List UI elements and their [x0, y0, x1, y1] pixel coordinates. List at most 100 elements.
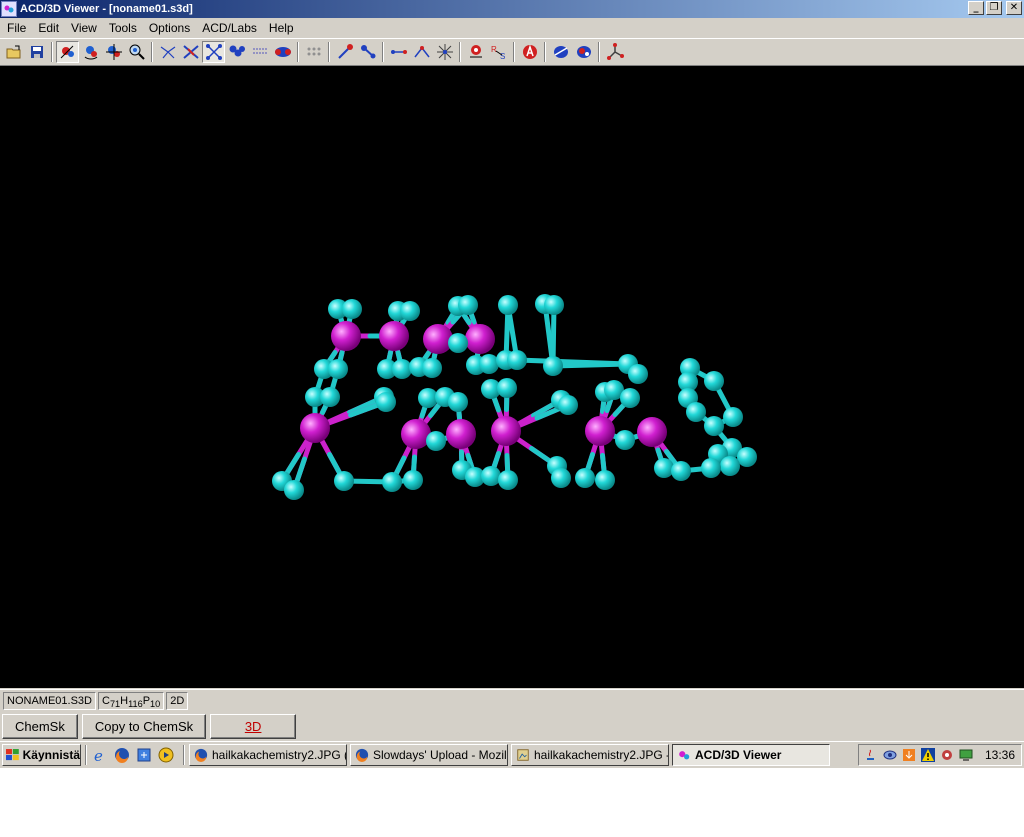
- carbon-atom[interactable]: [720, 456, 740, 476]
- carbon-atom[interactable]: [575, 468, 595, 488]
- phosphorus-atom[interactable]: [331, 321, 361, 351]
- orbital-color-icon[interactable]: [572, 41, 595, 63]
- hydrogen-icon[interactable]: [464, 41, 487, 63]
- menu-file[interactable]: File: [1, 19, 32, 37]
- carbon-atom[interactable]: [422, 358, 442, 378]
- menu-acdlabs[interactable]: ACD/Labs: [196, 19, 263, 37]
- display-icon[interactable]: [958, 747, 974, 763]
- carbon-atom[interactable]: [400, 301, 420, 321]
- carbon-atom[interactable]: [498, 295, 518, 315]
- phosphorus-atom[interactable]: [379, 321, 409, 351]
- carbon-atom[interactable]: [737, 447, 757, 467]
- firefox-icon[interactable]: [113, 746, 131, 764]
- app-quick-icon[interactable]: [135, 746, 153, 764]
- carbon-atom[interactable]: [392, 359, 412, 379]
- carbon-atom[interactable]: [328, 359, 348, 379]
- 3d-button[interactable]: 3D: [210, 713, 297, 739]
- menu-view[interactable]: View: [65, 19, 103, 37]
- bond-icon[interactable]: [387, 41, 410, 63]
- wire-icon[interactable]: [156, 41, 179, 63]
- carbon-atom[interactable]: [320, 387, 340, 407]
- carbon-atom[interactable]: [723, 407, 743, 427]
- task-firefox-2[interactable]: Slowdays' Upload - Mozill...: [350, 744, 508, 766]
- carbon-atom[interactable]: [671, 461, 691, 481]
- molecule-viewport[interactable]: [0, 66, 1024, 688]
- phosphorus-atom[interactable]: [446, 419, 476, 449]
- torsion-icon[interactable]: [433, 41, 456, 63]
- phosphorus-atom[interactable]: [401, 419, 431, 449]
- carbon-atom[interactable]: [704, 416, 724, 436]
- angle-icon[interactable]: [410, 41, 433, 63]
- restore-button[interactable]: ❐: [986, 1, 1002, 15]
- carbon-atom[interactable]: [448, 333, 468, 353]
- phosphorus-atom[interactable]: [423, 324, 453, 354]
- carbon-atom[interactable]: [595, 470, 615, 490]
- carbon-atom[interactable]: [558, 395, 578, 415]
- menu-options[interactable]: Options: [143, 19, 196, 37]
- measure-angle-icon[interactable]: [356, 41, 379, 63]
- carbon-atom[interactable]: [628, 364, 648, 384]
- carbon-atom[interactable]: [479, 354, 499, 374]
- carbon-atom[interactable]: [498, 470, 518, 490]
- carbon-atom[interactable]: [403, 470, 423, 490]
- cpk-icon[interactable]: [271, 41, 294, 63]
- carbon-atom[interactable]: [418, 388, 438, 408]
- zoom-icon[interactable]: [125, 41, 148, 63]
- carbon-atom[interactable]: [701, 458, 721, 478]
- rotate-3d-icon[interactable]: [79, 41, 102, 63]
- chemsk-button[interactable]: ChemSk: [2, 713, 78, 739]
- menu-edit[interactable]: Edit: [32, 19, 65, 37]
- ie-icon[interactable]: e: [91, 746, 109, 764]
- carbon-atom[interactable]: [458, 295, 478, 315]
- rotate-icon[interactable]: [56, 41, 79, 63]
- carbon-atom[interactable]: [342, 299, 362, 319]
- move-icon[interactable]: [102, 41, 125, 63]
- carbon-atom[interactable]: [507, 350, 527, 370]
- phosphorus-atom[interactable]: [585, 416, 615, 446]
- labels-icon[interactable]: [518, 41, 541, 63]
- phosphorus-atom[interactable]: [637, 417, 667, 447]
- menu-help[interactable]: Help: [263, 19, 300, 37]
- surface-icon[interactable]: [302, 41, 325, 63]
- task-acd-viewer[interactable]: ACD/3D Viewer: [672, 744, 830, 766]
- carbon-atom[interactable]: [334, 471, 354, 491]
- media-player-icon[interactable]: [157, 746, 175, 764]
- carbon-atom[interactable]: [426, 431, 446, 451]
- app-icon[interactable]: [1, 1, 17, 17]
- molecule-canvas[interactable]: [0, 66, 1024, 688]
- carbon-atom[interactable]: [686, 402, 706, 422]
- axes-icon[interactable]: [603, 41, 626, 63]
- measure-distance-icon[interactable]: [333, 41, 356, 63]
- security-icon[interactable]: [939, 747, 955, 763]
- carbon-atom[interactable]: [620, 388, 640, 408]
- carbon-atom[interactable]: [551, 468, 571, 488]
- minimize-button[interactable]: _: [968, 1, 984, 15]
- ball-stick-icon[interactable]: [202, 41, 225, 63]
- carbon-atom[interactable]: [448, 392, 468, 412]
- copy-to-chemsk-button[interactable]: Copy to ChemSk: [81, 713, 207, 739]
- save-icon[interactable]: [25, 41, 48, 63]
- orbital-icon[interactable]: [549, 41, 572, 63]
- carbon-atom[interactable]: [615, 430, 635, 450]
- carbon-atom[interactable]: [481, 466, 501, 486]
- open-icon[interactable]: [2, 41, 25, 63]
- phosphorus-atom[interactable]: [300, 413, 330, 443]
- phosphorus-atom[interactable]: [491, 416, 521, 446]
- carbon-atom[interactable]: [382, 472, 402, 492]
- carbon-atom[interactable]: [544, 295, 564, 315]
- update-icon[interactable]: [901, 747, 917, 763]
- task-firefox-1[interactable]: hailkakachemistry2.JPG (...: [189, 744, 347, 766]
- carbon-atom[interactable]: [284, 480, 304, 500]
- java-icon[interactable]: [863, 747, 879, 763]
- warning-icon[interactable]: [920, 747, 936, 763]
- carbon-atom[interactable]: [497, 378, 517, 398]
- spacefill-icon[interactable]: [225, 41, 248, 63]
- stick-icon[interactable]: [179, 41, 202, 63]
- carbon-atom[interactable]: [654, 458, 674, 478]
- phosphorus-atom[interactable]: [465, 324, 495, 354]
- carbon-atom[interactable]: [704, 371, 724, 391]
- close-button[interactable]: ✕: [1006, 1, 1022, 15]
- menu-tools[interactable]: Tools: [103, 19, 143, 37]
- title-bar[interactable]: ACD/3D Viewer - [noname01.s3d] _ ❐ ✕: [0, 0, 1024, 18]
- carbon-atom[interactable]: [543, 356, 563, 376]
